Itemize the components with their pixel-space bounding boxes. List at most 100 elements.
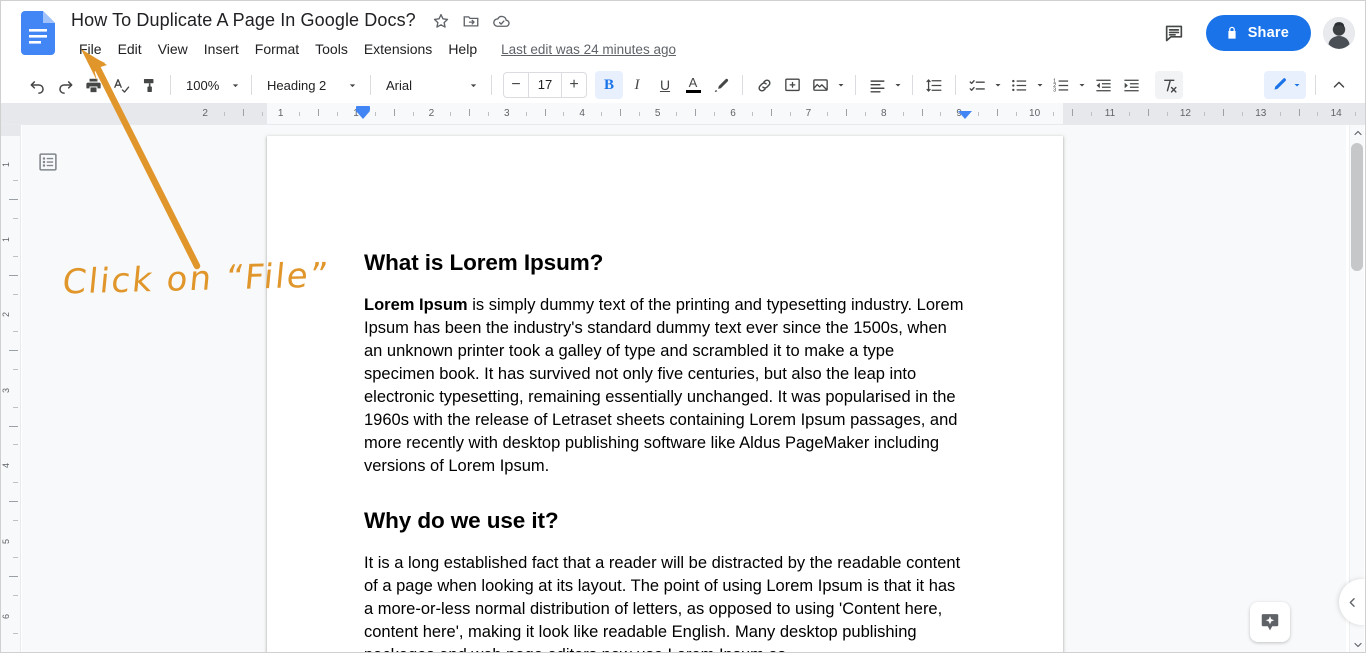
paragraph-body: is simply dummy text of the printing and…: [364, 296, 964, 475]
scroll-down-arrow-icon[interactable]: [1350, 637, 1365, 652]
user-avatar[interactable]: [1323, 17, 1355, 49]
decrease-indent-icon[interactable]: [1089, 71, 1117, 99]
explore-sparkle-icon[interactable]: [1250, 602, 1290, 642]
bold-button[interactable]: B: [595, 71, 623, 99]
zoom-select[interactable]: 100%: [178, 71, 244, 99]
last-edit-status[interactable]: Last edit was 24 minutes ago: [501, 42, 676, 57]
toolbar-divider: [491, 75, 492, 95]
cloud-saved-icon[interactable]: [492, 12, 510, 30]
toolbar-divider: [1315, 75, 1316, 95]
menu-edit[interactable]: Edit: [110, 37, 150, 61]
ruler-tick: [9, 425, 18, 427]
ruler-tick: [1166, 112, 1168, 116]
increase-indent-icon[interactable]: [1117, 71, 1145, 99]
insert-image-dropdown[interactable]: [806, 71, 848, 99]
ruler-tick: [487, 112, 489, 116]
ruler-tick: [789, 112, 791, 116]
right-indent-marker[interactable]: [958, 111, 972, 119]
share-label: Share: [1247, 25, 1289, 41]
numbered-list-dropdown[interactable]: 1 2 3: [1047, 71, 1089, 99]
paragraph-style-select[interactable]: Heading 2: [259, 71, 363, 99]
ruler-tick: [1072, 109, 1074, 116]
document-page[interactable]: What is Lorem Ipsum? Lorem Ipsum is simp…: [267, 136, 1063, 652]
ruler-tick: [13, 632, 18, 634]
ruler-tick: [978, 112, 980, 116]
add-comment-icon[interactable]: [778, 71, 806, 99]
menu-file[interactable]: File: [71, 37, 110, 61]
left-indent-marker[interactable]: [356, 111, 370, 119]
menu-view[interactable]: View: [150, 37, 196, 61]
ruler-tick: [770, 109, 772, 116]
underline-button[interactable]: U: [651, 71, 679, 99]
ruler-top-margin-shade: [1, 125, 20, 136]
ruler-tick: [1241, 112, 1243, 116]
editing-mode-dropdown[interactable]: [1264, 71, 1306, 99]
undo-icon[interactable]: [23, 71, 51, 99]
numbered-list-icon[interactable]: 1 2 3: [1047, 71, 1075, 99]
text-color-button[interactable]: A: [679, 71, 707, 99]
menu-help[interactable]: Help: [440, 37, 485, 61]
ruler-tick: [13, 218, 18, 220]
highlight-pen-icon[interactable]: [707, 71, 735, 99]
paragraph-lead-bold: Lorem Ipsum: [364, 296, 468, 314]
align-left-icon[interactable]: [863, 71, 891, 99]
ruler-number: 4: [579, 108, 585, 119]
text-color-swatch: [685, 89, 701, 94]
checklist-icon[interactable]: [963, 71, 991, 99]
align-dropdown[interactable]: [863, 71, 905, 99]
spellcheck-icon[interactable]: [107, 71, 135, 99]
toolbar-divider: [955, 75, 956, 95]
font-size-input[interactable]: 17: [528, 73, 562, 97]
google-docs-logo[interactable]: [21, 11, 55, 55]
font-size-increase-button[interactable]: +: [562, 73, 586, 97]
ruler-number: 6: [730, 108, 736, 119]
comment-history-icon[interactable]: [1154, 13, 1194, 53]
document-title[interactable]: How To Duplicate A Page In Google Docs?: [71, 7, 416, 33]
print-icon[interactable]: [79, 71, 107, 99]
ruler-tick: [13, 557, 18, 559]
redo-icon[interactable]: [51, 71, 79, 99]
bulleted-list-dropdown[interactable]: [1005, 71, 1047, 99]
ruler-tick: [1128, 112, 1130, 116]
bulleted-list-icon[interactable]: [1005, 71, 1033, 99]
ruler-tick: [9, 199, 18, 201]
menu-extensions[interactable]: Extensions: [356, 37, 440, 61]
insert-image-icon[interactable]: [806, 71, 834, 99]
ruler-tick: [544, 109, 546, 116]
star-icon[interactable]: [432, 12, 450, 30]
insert-link-icon[interactable]: [750, 71, 778, 99]
checklist-dropdown[interactable]: [963, 71, 1005, 99]
italic-button[interactable]: I: [623, 71, 651, 99]
page-content[interactable]: What is Lorem Ipsum? Lorem Ipsum is simp…: [364, 248, 964, 652]
ruler-tick: [1053, 112, 1055, 116]
vertical-scrollbar[interactable]: [1349, 125, 1365, 652]
ruler-tick: [1355, 112, 1357, 116]
font-family-select[interactable]: Arial: [378, 71, 484, 99]
menu-tools[interactable]: Tools: [307, 37, 356, 61]
scrollbar-thumb[interactable]: [1351, 143, 1363, 271]
menu-bar: File Edit View Insert Format Tools Exten…: [71, 37, 676, 61]
clear-formatting-icon[interactable]: [1155, 71, 1183, 99]
share-button[interactable]: Share: [1205, 15, 1311, 51]
line-spacing-icon[interactable]: [920, 71, 948, 99]
ruler-tick: [450, 112, 452, 116]
move-to-folder-icon[interactable]: [462, 12, 480, 30]
scroll-up-arrow-icon[interactable]: [1350, 125, 1365, 141]
chevron-down-icon: [229, 79, 242, 92]
collapse-toolbar-icon[interactable]: [1325, 71, 1353, 99]
ruler-tick: [13, 406, 18, 408]
menu-format[interactable]: Format: [247, 37, 307, 61]
font-size-decrease-button[interactable]: −: [504, 73, 528, 97]
ruler-tick: [13, 482, 18, 484]
document-outline-icon[interactable]: [33, 147, 63, 177]
ruler-tick: [13, 519, 18, 521]
chevron-down-icon: [834, 79, 848, 91]
ruler-number: 2: [202, 108, 208, 119]
ruler-number: 5: [654, 108, 661, 119]
paint-format-icon[interactable]: [135, 71, 163, 99]
chevron-down-icon: [1075, 79, 1089, 91]
menu-insert[interactable]: Insert: [196, 37, 247, 61]
horizontal-ruler[interactable]: 2 1 1 2 3 4 5 6 7 8 9 10 11 12 13 14: [1, 103, 1365, 125]
ruler-ticks: 2 1 1 2 3 4 5 6 7 8 9 10 11 12 13 14: [1, 103, 1365, 124]
vertical-ruler[interactable]: 1 1 2 3 4 5 6: [1, 125, 21, 652]
